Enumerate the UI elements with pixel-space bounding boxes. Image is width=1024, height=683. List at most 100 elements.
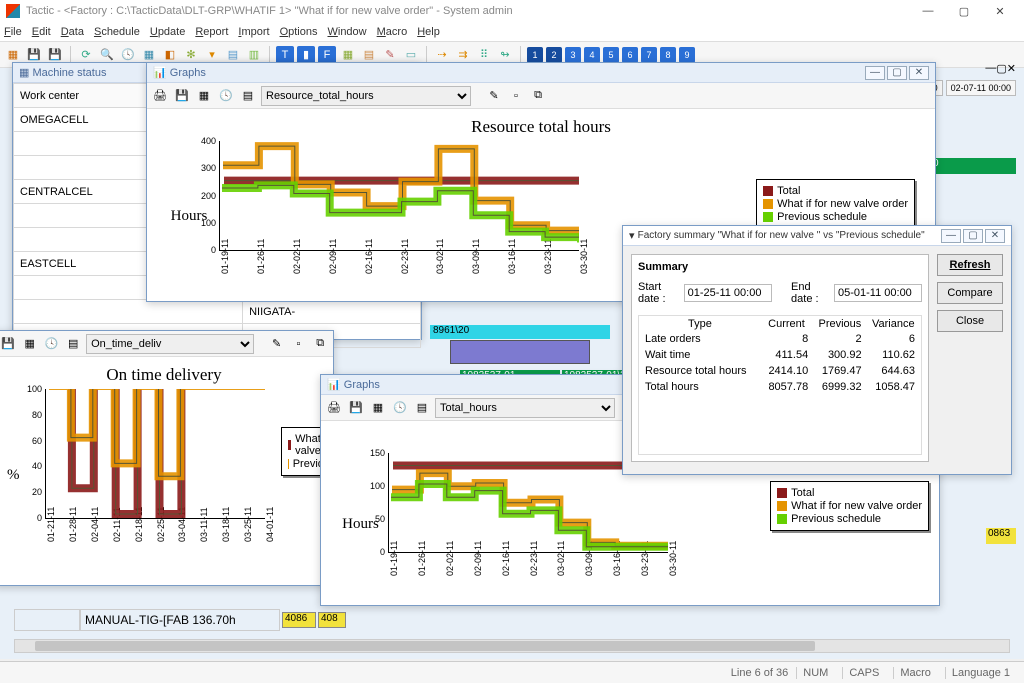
mdi-min[interactable]: — [985, 62, 996, 75]
flow2-icon[interactable]: ⇉ [454, 46, 472, 64]
g1-legend: Total What if for new valve order Previo… [756, 179, 915, 229]
grid-icon[interactable]: ▦ [369, 399, 387, 417]
link-icon[interactable]: ↬ [496, 46, 514, 64]
g2-chart-title: On time delivery [7, 365, 321, 385]
view-8[interactable]: 8 [660, 47, 676, 63]
gantt-bar-e[interactable]: 0863 [986, 528, 1016, 544]
graph-window-on-time: 💾 ▦ 🕓 ▤ On_time_deliv ✎ ▫ ⧉ On time deli… [0, 330, 334, 586]
view-3[interactable]: 3 [565, 47, 581, 63]
tree-icon[interactable]: ▥ [245, 46, 263, 64]
grid-icon[interactable]: ▦ [195, 87, 213, 105]
table-row[interactable]: NIIGATA- [14, 300, 421, 324]
clock-icon[interactable]: 🕓 [391, 399, 409, 417]
g1-dropdown[interactable]: Resource_total_hours [261, 86, 471, 106]
note-icon[interactable]: ▭ [402, 46, 420, 64]
grid-icon[interactable]: ▦ [21, 335, 39, 353]
fs-refresh-button[interactable]: Refresh [937, 254, 1003, 276]
chart-icon[interactable]: ▦ [339, 46, 357, 64]
minimize-button[interactable]: — [910, 5, 946, 17]
view-4[interactable]: 4 [584, 47, 600, 63]
view-2[interactable]: 2 [546, 47, 562, 63]
menu-macro[interactable]: Macro [377, 26, 408, 38]
view-5[interactable]: 5 [603, 47, 619, 63]
save-icon[interactable]: 💾 [347, 399, 365, 417]
mdi-max[interactable]: ▢ [996, 62, 1006, 75]
calendar-icon[interactable]: ▦ [140, 46, 158, 64]
menu-report[interactable]: Report [195, 26, 228, 38]
save-icon[interactable]: 💾 [173, 87, 191, 105]
gantt-block [450, 340, 590, 364]
save-all-icon[interactable]: 💾 [46, 46, 64, 64]
flow1-icon[interactable]: ⇢ [433, 46, 451, 64]
page-icon[interactable]: ▫ [290, 335, 308, 353]
edit-icon[interactable]: ✎ [381, 46, 399, 64]
clock-icon[interactable]: 🕓 [43, 335, 61, 353]
g1-min[interactable]: — [865, 66, 885, 80]
g1-close[interactable]: ✕ [909, 66, 929, 80]
print-icon[interactable]: 🖨 [325, 399, 343, 417]
fs-compare-button[interactable]: Compare [937, 282, 1003, 304]
pencil-icon[interactable]: ✎ [485, 87, 503, 105]
menu-import[interactable]: Import [238, 26, 269, 38]
fs-end-input[interactable] [834, 284, 922, 302]
clock-icon[interactable]: 🕓 [217, 87, 235, 105]
filter-icon[interactable]: ▾ [203, 46, 221, 64]
clock-icon[interactable]: 🕓 [119, 46, 137, 64]
menu-update[interactable]: Update [150, 26, 185, 38]
pencil-icon[interactable]: ✎ [268, 335, 286, 353]
page-icon[interactable]: ▫ [507, 87, 525, 105]
fs-close[interactable]: ✕ [985, 229, 1005, 243]
print-icon[interactable]: 🖨 [151, 87, 169, 105]
gantt-bar-b[interactable]: 8961\20 [430, 325, 610, 339]
table-icon[interactable]: ▤ [413, 399, 431, 417]
save-icon[interactable]: 💾 [0, 335, 17, 353]
manual-row-label: MANUAL-TIG-[FAB 136.70h [80, 609, 280, 631]
gantt-bar-f[interactable]: 4086 [282, 612, 316, 628]
g3-dropdown[interactable]: Total_hours [435, 398, 615, 418]
save-icon[interactable]: 💾 [25, 46, 43, 64]
view-6[interactable]: 6 [622, 47, 638, 63]
g2-dropdown[interactable]: On_time_deliv [86, 334, 254, 354]
menu-data[interactable]: Data [61, 26, 84, 38]
f-button[interactable]: F [318, 46, 336, 64]
close-button[interactable]: ✕ [982, 5, 1018, 18]
nodes-icon[interactable]: ⠿ [475, 46, 493, 64]
copy-icon[interactable]: ⧉ [311, 335, 329, 353]
table-icon[interactable]: ▤ [64, 335, 82, 353]
status-caps: CAPS [842, 667, 885, 679]
fs-start-label: Start date : [638, 281, 678, 305]
view-1[interactable]: 1 [527, 47, 543, 63]
refresh-icon[interactable]: ⟳ [77, 46, 95, 64]
list-icon[interactable]: ▤ [224, 46, 242, 64]
copy-icon[interactable]: ⧉ [529, 87, 547, 105]
gantt-bar-g[interactable]: 408 [318, 612, 346, 628]
search-icon[interactable]: 🔍 [98, 46, 116, 64]
mdi-workspace: 02-06-11 00:00 02-07-11 00:00 569\70 086… [0, 68, 1024, 659]
menu-schedule[interactable]: Schedule [94, 26, 140, 38]
new-icon[interactable]: ▦ [4, 46, 22, 64]
table-row: Total hours8057.786999.321058.47 [641, 380, 919, 394]
t-button[interactable]: T [276, 46, 294, 64]
gantt-icon[interactable]: ▤ [360, 46, 378, 64]
menu-help[interactable]: Help [417, 26, 440, 38]
table-icon[interactable]: ▤ [239, 87, 257, 105]
l-button[interactable]: ▮ [297, 46, 315, 64]
mdi-close[interactable]: ✕ [1007, 62, 1016, 75]
maximize-button[interactable]: ▢ [946, 5, 982, 18]
table-row: Resource total hours2414.101769.47644.63 [641, 364, 919, 378]
print-icon[interactable]: ◧ [161, 46, 179, 64]
menu-file[interactable]: File [4, 26, 22, 38]
menu-window[interactable]: Window [327, 26, 366, 38]
view-9[interactable]: 9 [679, 47, 695, 63]
fs-min[interactable]: — [941, 229, 961, 243]
menu-options[interactable]: Options [280, 26, 318, 38]
view-7[interactable]: 7 [641, 47, 657, 63]
fs-start-input[interactable] [684, 284, 772, 302]
globe-icon[interactable]: ✻ [182, 46, 200, 64]
fs-max[interactable]: ▢ [963, 229, 983, 243]
menu-edit[interactable]: Edit [32, 26, 51, 38]
fs-close-button[interactable]: Close [937, 310, 1003, 332]
g1-max[interactable]: ▢ [887, 66, 907, 80]
chart-icon: 📊 [327, 378, 341, 391]
h-scrollbar[interactable] [14, 639, 1010, 653]
